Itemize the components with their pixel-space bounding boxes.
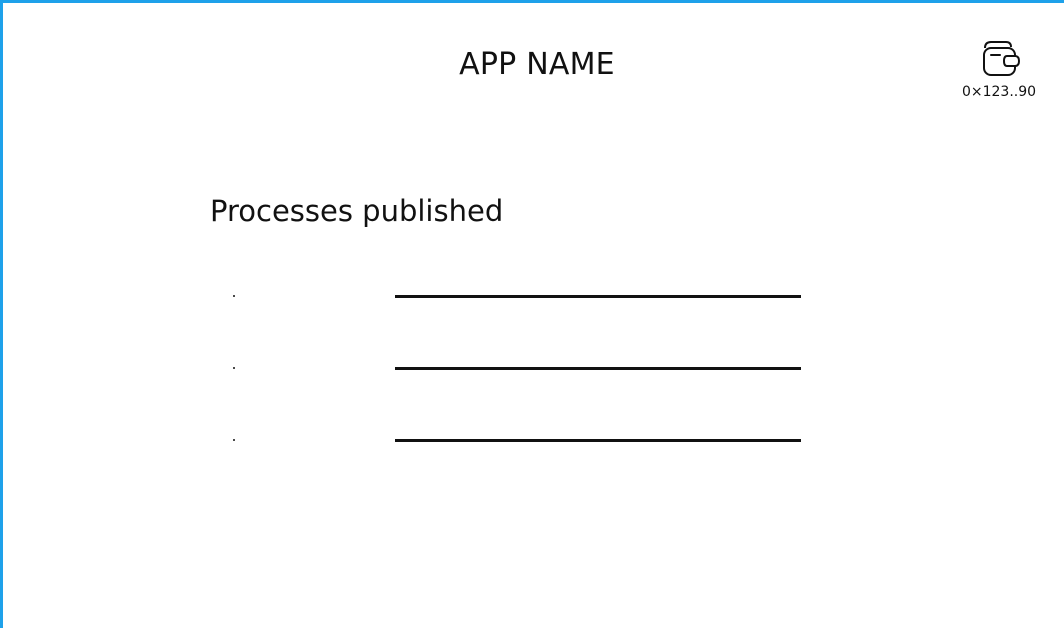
process-underline [395, 367, 801, 370]
process-underline [395, 295, 801, 298]
process-list-item[interactable] [229, 415, 809, 487]
process-list-item[interactable] [229, 343, 809, 415]
wallet-icon [983, 41, 1021, 76]
process-underline [395, 439, 801, 442]
wallet-widget[interactable]: 0×123..90 [959, 36, 1039, 106]
processes-published-heading: Processes published [210, 194, 504, 228]
process-list-item[interactable] [229, 271, 809, 343]
app-frame: APP NAME 0×123..90 Processes published [0, 0, 1064, 628]
bullet-icon [233, 439, 235, 441]
wallet-address: 0×123..90 [961, 84, 1037, 100]
bullet-icon [233, 367, 235, 369]
app-name-title: APP NAME [459, 47, 615, 82]
process-list [229, 271, 809, 487]
bullet-icon [233, 295, 235, 297]
